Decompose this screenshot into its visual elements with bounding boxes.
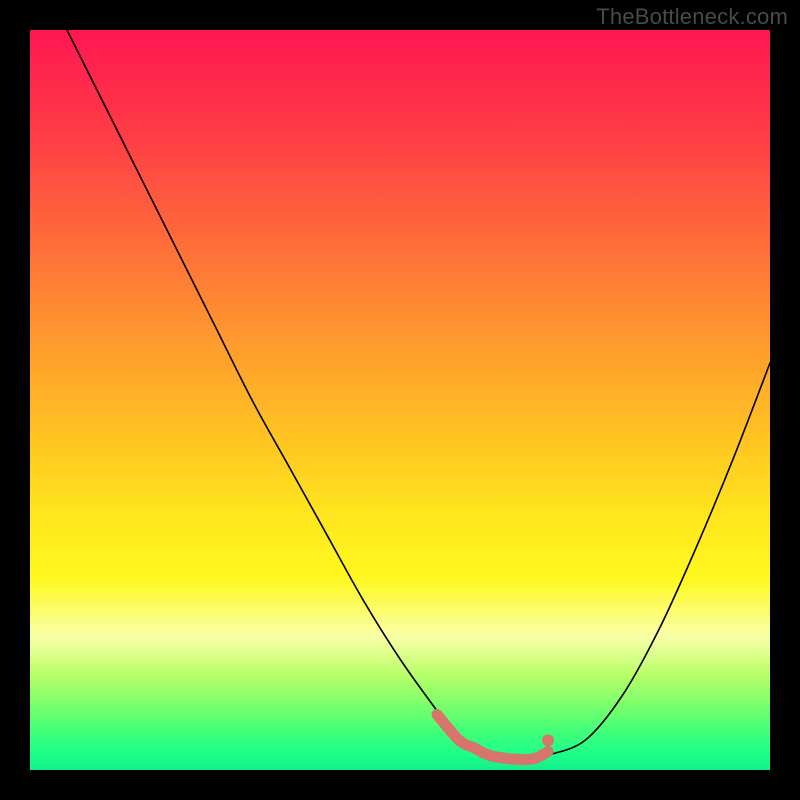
chart-frame: TheBottleneck.com	[0, 0, 800, 800]
band-end-dot	[542, 734, 554, 746]
chart-svg	[30, 30, 770, 770]
brand-label: TheBottleneck.com	[596, 4, 788, 30]
plot-area	[30, 30, 770, 770]
series-main-curve	[67, 30, 770, 759]
series-optimal-band	[437, 715, 548, 760]
